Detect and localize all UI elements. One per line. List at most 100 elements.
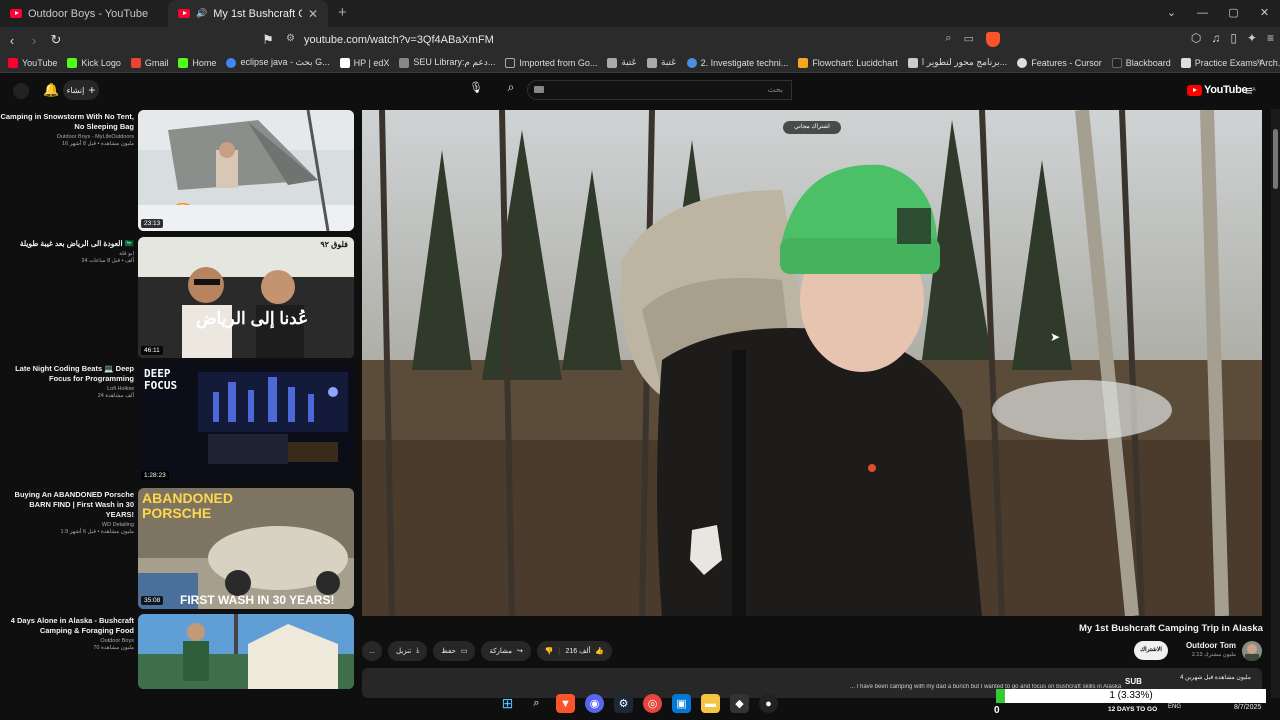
audio-playing-icon[interactable]: 🔊 (196, 8, 207, 19)
bookmark-home[interactable]: Home (178, 57, 216, 68)
brave-browser-icon[interactable]: ▼ (556, 694, 575, 713)
bookmark-kick-logo[interactable]: Kick Logo (67, 57, 121, 68)
taskbar-apps: ⊞ ⌕ ▼ ◉ ⚙ ◎ ▣ ▬ ◆ ● (498, 694, 778, 713)
file-explorer-icon[interactable]: ▬ (701, 694, 720, 713)
recommendation-channel[interactable]: Outdoor Boys (0, 638, 134, 644)
save-button[interactable]: حفظ ▭ (433, 641, 476, 661)
bookmark-investigate[interactable]: 2. Investigate techni... (686, 57, 788, 68)
recommendation-thumbnail[interactable]: ABANDONED PORSCHE FIRST WASH IN 30 YEARS… (138, 488, 354, 609)
recommendation-item[interactable]: Late Night Coding Beats 💻 Deep Focus for… (0, 362, 356, 484)
recommendation-item[interactable]: Camping in Snowstorm With No Tent, No Sl… (0, 110, 356, 232)
duration-badge: 23:13 (141, 219, 164, 228)
notifications-bell-icon[interactable]: 🔔 (43, 82, 59, 98)
tab-active-video[interactable]: 🔊 My 1st Bushcraft Camping Trip in Alask… (168, 0, 328, 27)
recommendation-channel[interactable]: ابو فلة (0, 251, 134, 257)
tab-outdoor-boys[interactable]: Outdoor Boys - YouTube (0, 0, 168, 27)
recommendation-title[interactable]: Buying An ABANDONED Porsche BARN FIND | … (0, 490, 134, 520)
recommendation-thumbnail[interactable] (138, 614, 354, 689)
recommendation-title[interactable]: العودة الى الرياض بعد غيبة طويلة 🇸🇦 (0, 239, 134, 249)
new-tab-button[interactable]: + (328, 0, 357, 27)
page-scrollbar[interactable] (1271, 109, 1280, 698)
scrollbar-thumb[interactable] (1273, 129, 1278, 189)
search-input[interactable]: بحث (527, 80, 792, 100)
forward-icon[interactable]: › (24, 33, 44, 48)
photos-icon[interactable]: ▣ (672, 694, 691, 713)
recommendation-title[interactable]: Camping in Snowstorm With No Tent, No Sl… (0, 112, 134, 132)
like-dislike-group: 👎 | 216 ألف 👍 (536, 641, 613, 661)
brave-shields-icon[interactable] (986, 32, 1000, 47)
back-icon[interactable]: ‹ (2, 33, 22, 48)
recommendation-item[interactable]: 4 Days Alone in Alaska - Bushcraft Campi… (0, 614, 356, 689)
tray-date[interactable]: 8/7/2025 (1234, 704, 1261, 711)
search-taskbar-icon[interactable]: ⌕ (527, 694, 546, 713)
bookmark-seu-library[interactable]: SEU Library:دعم م... (399, 57, 495, 68)
close-window-icon[interactable]: ✕ (1249, 0, 1280, 27)
media-icon[interactable]: ♫ (1211, 31, 1220, 45)
bookmark-eclipse-search[interactable]: eclipse java - بحث G... (226, 57, 330, 68)
recommendation-channel[interactable]: WD Detailing (0, 522, 134, 528)
recommendation-item[interactable]: العودة الى الرياض بعد غيبة طويلة 🇸🇦 ابو … (0, 237, 356, 359)
maximize-icon[interactable]: ▢ (1218, 0, 1249, 27)
bookmark-edx[interactable]: HP | edX (339, 57, 389, 68)
recommendation-thumbnail[interactable]: 23:13 (138, 110, 354, 231)
channel-avatar[interactable] (1242, 641, 1262, 661)
download-button[interactable]: تنزيل ⤓ (388, 641, 428, 661)
dislike-icon[interactable]: 👎 (545, 647, 554, 655)
bookmark-practice-exams[interactable]: Practice Exams Arch... (1180, 57, 1280, 68)
bookmark-lucidchart[interactable]: Flowchart: Lucidchart (798, 57, 898, 68)
recommendation-item[interactable]: Buying An ABANDONED Porsche BARN FIND | … (0, 488, 356, 610)
bookmark-youtube[interactable]: YouTube (8, 57, 57, 68)
bookmark-mehwar[interactable]: برنامج محور لتطوير ا... (907, 57, 1007, 68)
address-url[interactable]: youtube.com/watch?v=3Qf4ABaXmFM (304, 34, 494, 46)
bookmark-cursor[interactable]: Features - Cursor (1017, 57, 1102, 68)
recommendation-stats: 70 مليون مشاهدة (93, 645, 134, 651)
steam-icon[interactable]: ⚙ (614, 694, 633, 713)
more-actions-button[interactable]: ... (362, 641, 382, 661)
address-bar[interactable]: ⚙ youtube.com/watch?v=3Qf4ABaXmFM ⌕ ▭ (280, 30, 1000, 50)
share-button[interactable]: مشاركة ↪ (481, 641, 531, 661)
bookmark-ataba-2[interactable]: عَتبة (647, 57, 677, 68)
voice-search-mic-icon[interactable]: 🎙 (468, 81, 484, 99)
bookmark-icon[interactable]: ⚑ (258, 32, 278, 48)
tab-close-icon[interactable]: ✕ (308, 7, 318, 21)
like-count[interactable]: 216 ألف (565, 647, 590, 655)
browser-menu-icon[interactable]: ≡ (1267, 31, 1274, 45)
like-icon[interactable]: 👍 (595, 647, 604, 655)
mouse-cursor-icon: ➤ (1050, 330, 1061, 344)
bookmark-blackboard[interactable]: Blackboard (1111, 57, 1171, 68)
recommendation-thumbnail[interactable]: DEEP FOCUS 1:28:23 (138, 362, 354, 483)
minimize-icon[interactable]: — (1187, 0, 1218, 27)
windows-start-icon[interactable]: ⊞ (498, 694, 517, 713)
search-icon[interactable]: ⌕ (500, 80, 522, 100)
zoom-icon[interactable]: ⌕ (945, 32, 951, 47)
channel-name[interactable]: Outdoor Tom (1176, 641, 1236, 650)
cast-icon[interactable]: ▭ (964, 32, 974, 47)
recording-app-icon[interactable]: ● (759, 694, 778, 713)
discord-icon[interactable]: ◉ (585, 694, 604, 713)
leo-ai-icon[interactable]: ✦ (1247, 31, 1257, 45)
recommendation-channel[interactable]: Lofi Hollow (0, 386, 134, 392)
bookmark-gmail[interactable]: Gmail (130, 57, 168, 68)
app-icon[interactable]: ◆ (730, 694, 749, 713)
account-avatar[interactable] (13, 83, 29, 99)
reload-icon[interactable]: ↻ (46, 32, 66, 48)
tray-language[interactable]: ENG (1168, 704, 1181, 710)
bookmark-ataba-1[interactable]: عَتبة (607, 57, 637, 68)
site-info-icon[interactable]: ⚙ (286, 33, 295, 44)
recommendation-title[interactable]: Late Night Coding Beats 💻 Deep Focus for… (0, 364, 134, 384)
video-player[interactable]: اشتراك مجاني ➤ (362, 110, 1262, 616)
recommendation-title[interactable]: 4 Days Alone in Alaska - Bushcraft Campi… (0, 616, 134, 636)
extensions-icon[interactable]: ⬡ (1191, 31, 1201, 45)
guide-menu-icon[interactable]: ≡ (1245, 83, 1253, 98)
bookmark-folder-imported[interactable]: Imported from Go... (505, 57, 597, 68)
chrome-icon[interactable]: ◎ (643, 694, 662, 713)
recommendation-thumbnail[interactable]: عُدنا إلى الرياض فلوق ٩٢ 46:11 (138, 237, 354, 358)
channel-promo-button[interactable]: اشتراك مجاني (783, 121, 841, 134)
bookmarks-overflow-icon[interactable]: » (1256, 56, 1262, 67)
subscribe-button[interactable]: الاشتراك (1134, 641, 1168, 660)
sidebar-icon[interactable]: ▯ (1230, 31, 1237, 45)
create-button[interactable]: إنشاء + (63, 80, 99, 100)
keyboard-icon[interactable] (534, 86, 544, 93)
tab-list-chevron-icon[interactable]: ⌄ (1156, 0, 1187, 27)
recommendation-channel[interactable]: Outdoor Boys - MyLifeOutdoors (0, 134, 134, 140)
